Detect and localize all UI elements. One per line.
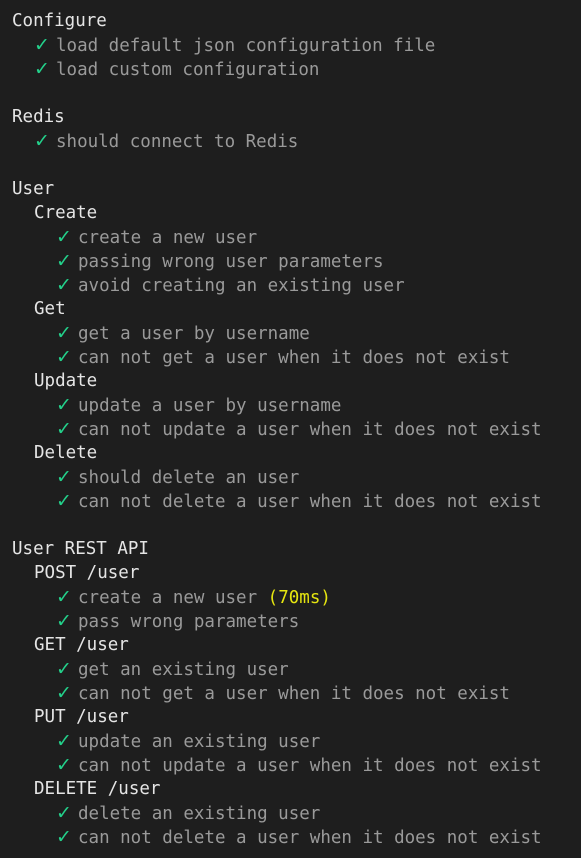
- test-title: create a new user: [78, 588, 258, 608]
- check-icon: ✓: [56, 730, 72, 752]
- test-title: can not update a user when it does not e…: [78, 420, 542, 440]
- subsuite-title: POST /user: [34, 563, 140, 583]
- test-title: can not get a user when it does not exis…: [78, 684, 510, 704]
- test-title: get an existing user: [78, 660, 289, 680]
- test-title: should delete an user: [78, 468, 300, 488]
- test-result-line: ✓ get an existing user: [12, 657, 581, 681]
- check-icon: ✓: [56, 466, 72, 488]
- test-result-line: ✓ can not get a user when it does not exi…: [12, 345, 581, 369]
- test-result-line: ✓ can not delete a user when it does not …: [12, 825, 581, 849]
- test-result-line: ✓ should connect to Redis: [12, 129, 581, 153]
- check-icon: ✓: [56, 658, 72, 680]
- test-title: can not delete a user when it does not e…: [78, 492, 542, 512]
- check-icon: ✓: [56, 346, 72, 368]
- test-title: can not delete a user when it does not e…: [78, 828, 542, 848]
- test-title: get a user by username: [78, 324, 310, 344]
- test-title: can not get a user when it does not exis…: [78, 348, 510, 368]
- test-result-line: ✓ should delete an user: [12, 465, 581, 489]
- test-title: delete an existing user: [78, 804, 321, 824]
- test-result-line: ✓ get a user by username: [12, 321, 581, 345]
- check-icon: ✓: [56, 250, 72, 272]
- suite-title: User: [12, 179, 55, 199]
- test-title: load custom configuration: [56, 60, 320, 80]
- test-result-line: ✓ can not delete a user when it does not …: [12, 489, 581, 513]
- subsuite-title: Update: [34, 371, 98, 391]
- test-title: should connect to Redis: [56, 132, 299, 152]
- check-icon: ✓: [56, 274, 72, 296]
- check-icon: ✓: [56, 802, 72, 824]
- test-result-line: ✓ can not get a user when it does not exi…: [12, 681, 581, 705]
- subsuite-title: Delete: [34, 443, 98, 463]
- test-result-line: ✓ can not update a user when it does not …: [12, 753, 581, 777]
- check-icon: ✓: [56, 394, 72, 416]
- subsuite-title: Get: [34, 299, 66, 319]
- test-result-line: ✓ create a new user (70ms): [12, 585, 581, 609]
- test-result-line: ✓ delete an existing user: [12, 801, 581, 825]
- test-title: can not update a user when it does not e…: [78, 756, 542, 776]
- subsuite-title: DELETE /user: [34, 779, 161, 799]
- test-title: passing wrong user parameters: [78, 252, 384, 272]
- check-icon: ✓: [34, 130, 50, 152]
- test-title: update a user by username: [78, 396, 342, 416]
- test-duration: (70ms): [267, 588, 331, 608]
- check-icon: ✓: [56, 586, 72, 608]
- check-icon: ✓: [34, 58, 50, 80]
- test-result-line: ✓ avoid creating an existing user: [12, 273, 581, 297]
- test-result-line: ✓ update an existing user: [12, 729, 581, 753]
- suite-title: Redis: [12, 107, 65, 127]
- test-result-line: ✓ pass wrong parameters: [12, 609, 581, 633]
- check-icon: ✓: [34, 34, 50, 56]
- check-icon: ✓: [56, 226, 72, 248]
- subsuite-title: GET /user: [34, 635, 129, 655]
- suite-title: User REST API: [12, 539, 149, 559]
- check-icon: ✓: [56, 610, 72, 632]
- check-icon: ✓: [56, 418, 72, 440]
- check-icon: ✓: [56, 490, 72, 512]
- test-title: pass wrong parameters: [78, 612, 300, 632]
- test-result-line: ✓ load default json configuration file: [12, 33, 581, 57]
- check-icon: ✓: [56, 682, 72, 704]
- suite-title: Configure: [12, 11, 107, 31]
- check-icon: ✓: [56, 322, 72, 344]
- subsuite-title: Create: [34, 203, 98, 223]
- test-result-line: ✓ load custom configuration: [12, 57, 581, 81]
- check-icon: ✓: [56, 754, 72, 776]
- terminal-output: Configure ✓ load default json configuratio…: [0, 0, 581, 858]
- subsuite-title: PUT /user: [34, 707, 129, 727]
- check-icon: ✓: [56, 826, 72, 848]
- test-result-line: ✓ passing wrong user parameters: [12, 249, 581, 273]
- test-result-line: ✓ create a new user: [12, 225, 581, 249]
- test-result-line: ✓ can not update a user when it does not …: [12, 417, 581, 441]
- test-result-line: ✓ update a user by username: [12, 393, 581, 417]
- test-title: create a new user: [78, 228, 258, 248]
- test-title: update an existing user: [78, 732, 321, 752]
- test-title: load default json configuration file: [56, 36, 436, 56]
- test-title: avoid creating an existing user: [78, 276, 405, 296]
